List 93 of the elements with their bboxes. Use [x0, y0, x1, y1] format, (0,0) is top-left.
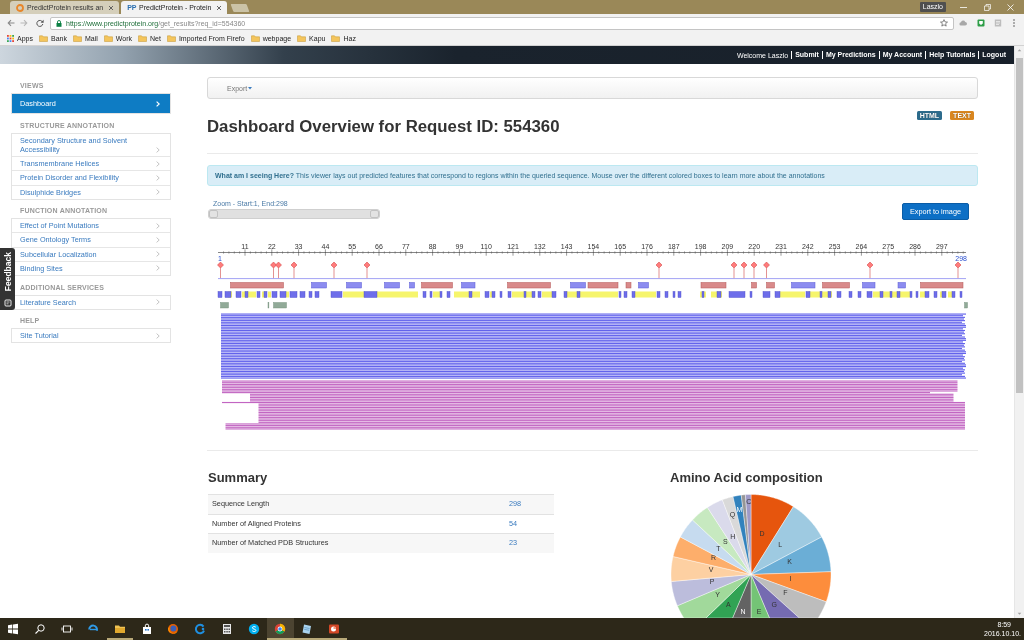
- circle-logo-icon: [247, 623, 260, 635]
- back-arrow-icon[interactable]: [7, 19, 15, 27]
- page-icon[interactable]: [994, 19, 1002, 27]
- reload-icon[interactable]: [36, 19, 44, 27]
- globe-icon: [167, 623, 180, 635]
- feature-segment[interactable]: [570, 282, 586, 289]
- feature-segment[interactable]: [625, 282, 632, 289]
- diamond-marker-icon[interactable]: [954, 261, 962, 279]
- star-icon[interactable]: [940, 19, 948, 27]
- feature-segment[interactable]: [273, 302, 287, 309]
- forward-arrow-icon[interactable]: [20, 19, 28, 27]
- folder-icon: [103, 35, 113, 42]
- slider-handle[interactable]: [209, 210, 218, 218]
- feature-segment[interactable]: [700, 282, 727, 289]
- chevron-icon: [156, 332, 160, 339]
- close-icon[interactable]: [108, 4, 115, 11]
- folder-icon: [114, 623, 127, 635]
- folder-icon: [138, 35, 147, 42]
- diamond-marker-icon[interactable]: [750, 261, 758, 279]
- slider-handle[interactable]: [370, 210, 379, 218]
- feature-segment[interactable]: [384, 282, 400, 289]
- section-title: Amino Acid composition: [670, 470, 824, 485]
- feature-segment[interactable]: [267, 302, 270, 309]
- four-squares-icon: [7, 623, 20, 635]
- feature-segment[interactable]: [766, 282, 775, 289]
- close-icon[interactable]: [216, 4, 223, 11]
- shopping-bag-icon: [140, 623, 153, 635]
- feature-segment[interactable]: [897, 282, 906, 289]
- section-title: Summary: [208, 470, 269, 485]
- feature-segment[interactable]: [964, 302, 968, 309]
- folder-icon: [166, 35, 176, 42]
- feature-segment[interactable]: [791, 282, 816, 289]
- note-icon: [3, 299, 12, 307]
- zoom-slider[interactable]: [208, 209, 380, 219]
- chevron-icon: [156, 222, 160, 229]
- alignment-lines[interactable]: [221, 313, 966, 379]
- diamond-marker-icon[interactable]: [217, 261, 224, 279]
- restore-icon[interactable]: [984, 3, 991, 11]
- folder-icon: [331, 35, 341, 42]
- wheel-logo-icon: [274, 623, 287, 635]
- new-tab-button[interactable]: [230, 4, 250, 12]
- feature-segment[interactable]: [346, 282, 362, 289]
- folder-icon: [72, 35, 82, 42]
- cloud-icon[interactable]: [959, 19, 967, 27]
- diamond-marker-icon[interactable]: [275, 261, 282, 279]
- diamond-marker-icon[interactable]: [866, 261, 874, 279]
- ring-icon: [16, 3, 24, 12]
- diamond-marker-icon[interactable]: [655, 261, 663, 279]
- diamond-marker-icon[interactable]: [330, 261, 338, 279]
- caret-icon: [248, 86, 253, 90]
- shield-icon[interactable]: [977, 19, 985, 27]
- lock-icon: [56, 19, 62, 27]
- scrollbar[interactable]: [1014, 46, 1024, 618]
- segment-track[interactable]: [217, 291, 963, 298]
- feature-segment[interactable]: [311, 282, 327, 289]
- notepad-icon: [300, 623, 313, 635]
- diamond-marker-icon[interactable]: [363, 261, 371, 279]
- feature-segment[interactable]: [461, 282, 476, 289]
- feature-segment[interactable]: [421, 282, 453, 289]
- feature-segment[interactable]: [507, 282, 551, 289]
- taskbar-button[interactable]: [266, 618, 294, 640]
- down-arrow-icon[interactable]: [1015, 610, 1024, 618]
- feature-segment[interactable]: [751, 282, 757, 289]
- feature-segment[interactable]: [587, 282, 619, 289]
- feature-segment[interactable]: [920, 282, 964, 289]
- chevron-icon: [156, 100, 160, 107]
- calculator-icon: [220, 623, 233, 635]
- feature-segment[interactable]: [862, 282, 876, 289]
- up-arrow-icon[interactable]: [1015, 46, 1024, 54]
- diamond-marker-icon[interactable]: [763, 261, 770, 279]
- feature-segment[interactable]: [638, 282, 649, 289]
- feature-segment[interactable]: [220, 302, 229, 309]
- overlapping-windows-icon: [60, 623, 73, 635]
- alignment-lines[interactable]: [222, 380, 965, 430]
- diamond-marker-icon[interactable]: [290, 261, 298, 279]
- search-icon: [34, 623, 47, 635]
- diamond-marker-icon[interactable]: [740, 261, 748, 279]
- diamond-marker-icon[interactable]: [270, 261, 277, 279]
- page-title: Dashboard Overview for Request ID: 554360: [207, 117, 560, 136]
- slide-icon: [327, 623, 340, 635]
- open-ring-icon: [194, 623, 207, 635]
- folder-icon: [250, 35, 260, 42]
- chevron-icon: [156, 299, 160, 306]
- apps-grid-icon: [7, 35, 14, 42]
- chevron-icon: [156, 189, 160, 196]
- feature-segment[interactable]: [230, 282, 284, 289]
- feature-segment[interactable]: [822, 282, 850, 289]
- feature-segment[interactable]: [409, 282, 415, 289]
- folder-icon: [297, 35, 307, 42]
- diamond-marker-icon[interactable]: [730, 261, 738, 279]
- folder-icon: [38, 35, 48, 42]
- scrollbar-thumb[interactable]: [1016, 58, 1023, 393]
- feedback-tab[interactable]: Feedback: [0, 248, 15, 310]
